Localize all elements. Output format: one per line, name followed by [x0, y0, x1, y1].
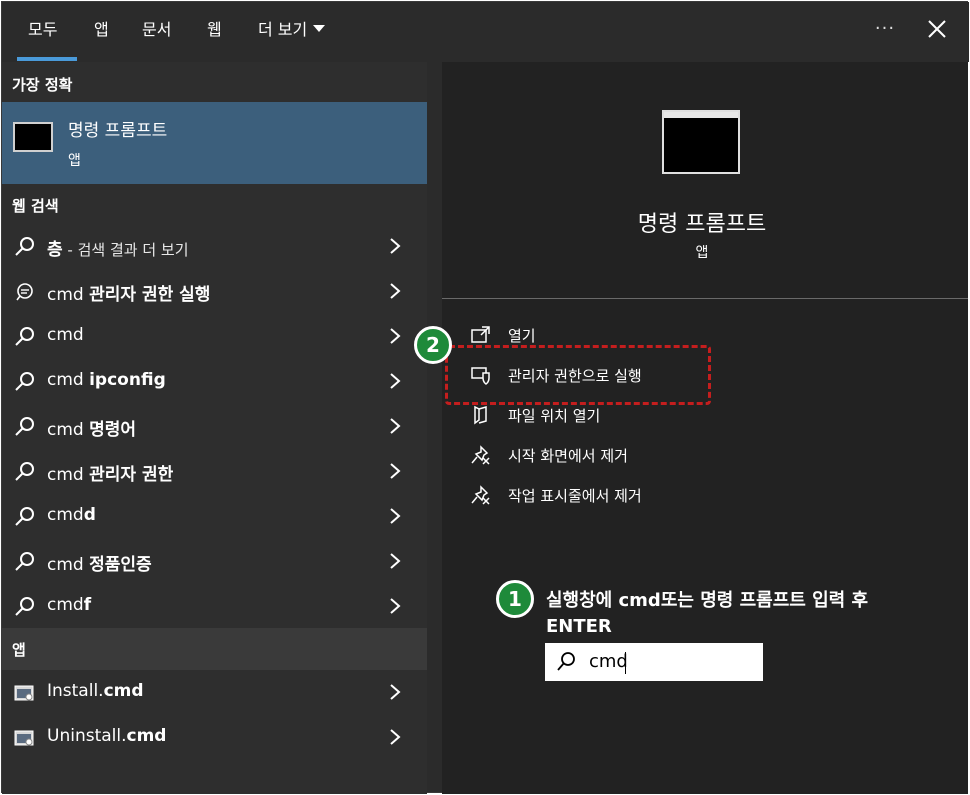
result-bold: 관리자 권한 실행 [89, 285, 211, 305]
search-icon [15, 552, 34, 571]
result-suffix: - 검색 결과 더 보기 [62, 241, 189, 259]
result-prefix: cmd [47, 595, 84, 615]
details-app-type: 앱 [695, 245, 709, 261]
best-match-heading: 가장 정확 [12, 76, 73, 94]
details-app-name: 명령 프롬프트 [637, 212, 767, 237]
step-1-instruction-line2: ENTER [546, 616, 612, 637]
web-result-row[interactable]: 층 - 검색 결과 더 보기 [2, 224, 427, 269]
step-1-badge: 1 [496, 580, 534, 618]
search-icon [15, 417, 34, 436]
tab-documents[interactable]: 문서 [142, 18, 171, 42]
step-1-instruction: 실행창에 cmd또는 명령 프롬프트 입력 후 ENTER [546, 588, 946, 640]
search-icon [15, 462, 34, 481]
close-icon [928, 20, 946, 38]
search-icon [15, 237, 34, 256]
result-prefix: cmd [47, 505, 84, 525]
search-icon [15, 597, 34, 616]
details-divider [442, 298, 968, 299]
web-result-row[interactable]: cmd 명령어 [2, 404, 427, 449]
text-cursor [625, 652, 626, 674]
chevron-right-icon [390, 508, 401, 524]
result-prefix: Uninstall. [47, 726, 127, 746]
chevron-right-icon [390, 373, 401, 389]
result-prefix: cmd [47, 555, 90, 575]
result-prefix: cmd [47, 285, 90, 305]
web-result-row[interactable]: cmd [2, 314, 427, 359]
folder-icon [474, 405, 487, 425]
best-match-type: 앱 [68, 153, 81, 169]
web-result-row[interactable]: cmd 정품인증 [2, 539, 427, 584]
apps-section-header: 앱 [2, 628, 427, 670]
web-result-row[interactable]: cmdf [2, 584, 427, 629]
results-pane: 가장 정확 명령 프롬프트 앱 웹 검색 층 - 검색 결과 더 보기 cmd … [2, 62, 427, 794]
action-label: 열기 [508, 327, 536, 345]
tab-bar: 모두 앱 문서 웹 더 보기 ··· [2, 2, 969, 62]
search-input-value: cmd [589, 651, 628, 672]
result-prefix: cmd [47, 465, 90, 485]
command-prompt-large-icon [662, 110, 740, 174]
result-bold: f [83, 595, 92, 615]
run-as-admin-highlight [445, 345, 711, 405]
result-query: 층 [47, 240, 63, 260]
action-label: 작업 표시줄에서 제거 [508, 487, 642, 505]
cmd-file-icon [14, 730, 34, 746]
chevron-right-icon [390, 328, 401, 344]
search-icon [15, 507, 34, 526]
chevron-right-icon [390, 553, 401, 569]
chevron-down-icon [313, 25, 326, 32]
web-search-heading: 웹 검색 [12, 197, 59, 215]
tab-web[interactable]: 웹 [207, 18, 222, 42]
step-2-badge: 2 [414, 326, 452, 364]
result-bold: 정품인증 [89, 555, 152, 575]
chevron-right-icon [390, 238, 401, 254]
web-result-row[interactable]: cmd 관리자 권한 [2, 449, 427, 494]
cmd-file-icon [14, 685, 34, 701]
more-options-button[interactable]: ··· [870, 14, 900, 44]
action-label: 파일 위치 열기 [508, 407, 601, 425]
step-1-instruction-line1: 실행창에 cmd또는 명령 프롬프트 입력 후 [546, 590, 869, 611]
apps-heading: 앱 [12, 641, 26, 659]
tab-more[interactable]: 더 보기 [258, 18, 326, 42]
best-match-name: 명령 프롬프트 [68, 121, 168, 141]
chevron-right-icon [390, 418, 401, 434]
result-bold: 명령어 [89, 420, 137, 440]
close-button[interactable] [922, 14, 952, 44]
search-icon [15, 327, 34, 346]
result-bold: cmd [126, 726, 167, 746]
web-result-row[interactable]: cmd ipconfig [2, 359, 427, 404]
command-prompt-app-icon [13, 122, 53, 152]
tab-apps[interactable]: 앱 [94, 18, 109, 42]
details-pane: 명령 프롬프트 앱 열기 관리자 권한으로 실행 파일 위치 열기 시작 화면에… [442, 62, 968, 794]
result-prefix: cmd [47, 370, 90, 390]
result-bold: 관리자 권한 [89, 465, 174, 485]
result-bold: cmd [103, 681, 144, 701]
app-result-row[interactable]: Install.cmd [2, 670, 427, 715]
tab-more-label: 더 보기 [258, 20, 308, 39]
result-bold: d [83, 505, 96, 525]
chevron-right-icon [390, 684, 401, 700]
chevron-right-icon [390, 598, 401, 614]
chevron-right-icon [390, 729, 401, 745]
unpin-icon [471, 445, 490, 465]
result-bold: ipconfig [89, 370, 166, 390]
active-tab-indicator [17, 57, 77, 61]
best-match-item[interactable]: 명령 프롬프트 앱 [2, 102, 427, 184]
action-label: 시작 화면에서 제거 [508, 447, 628, 465]
search-icon [15, 372, 34, 391]
web-result-row[interactable]: cmdd [2, 494, 427, 539]
unpin-icon [471, 485, 490, 505]
result-prefix: cmd [47, 325, 84, 345]
web-result-row[interactable]: cmd 관리자 권한 실행 [2, 269, 427, 314]
result-prefix: Install. [47, 681, 104, 701]
search-icon [557, 652, 575, 671]
app-result-row[interactable]: Uninstall.cmd [2, 715, 427, 760]
chevron-right-icon [390, 283, 401, 299]
search-input[interactable]: cmd [545, 643, 763, 681]
chevron-right-icon [390, 463, 401, 479]
open-icon [471, 326, 490, 343]
chat-search-icon [16, 283, 33, 301]
tab-all[interactable]: 모두 [28, 18, 57, 42]
result-prefix: cmd [47, 420, 90, 440]
screenshot-frame: 모두 앱 문서 웹 더 보기 ··· 가장 정확 명령 프롬프트 앱 웹 검색 … [0, 0, 970, 795]
